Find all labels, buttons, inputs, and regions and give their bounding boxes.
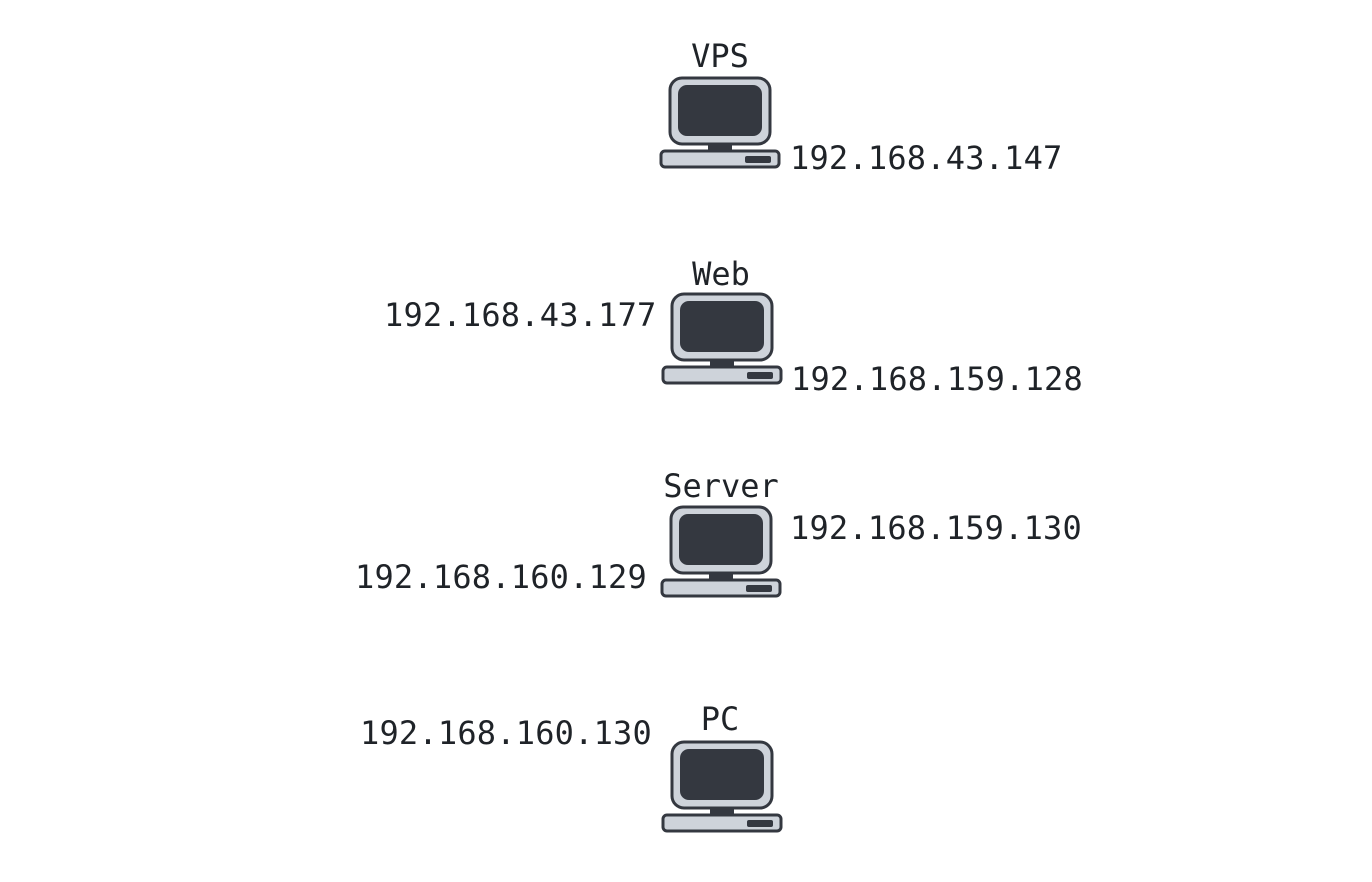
node-vps-ip: 192.168.43.147: [790, 139, 1063, 177]
node-server-title: Server: [663, 467, 779, 505]
computer-icon: [661, 740, 783, 833]
computer-icon: [659, 76, 781, 169]
node-web-ip-left: 192.168.43.177: [384, 296, 657, 334]
node-server-ip-right: 192.168.159.130: [790, 509, 1082, 547]
node-pc-title: PC: [700, 700, 740, 738]
node-server-ip-left: 192.168.160.129: [355, 558, 647, 596]
computer-icon: [661, 292, 783, 385]
node-web-title: Web: [692, 255, 750, 293]
node-vps-title: VPS: [691, 37, 749, 75]
node-web-ip-right: 192.168.159.128: [791, 360, 1083, 398]
computer-icon: [660, 505, 782, 598]
node-pc-ip: 192.168.160.130: [360, 714, 652, 752]
